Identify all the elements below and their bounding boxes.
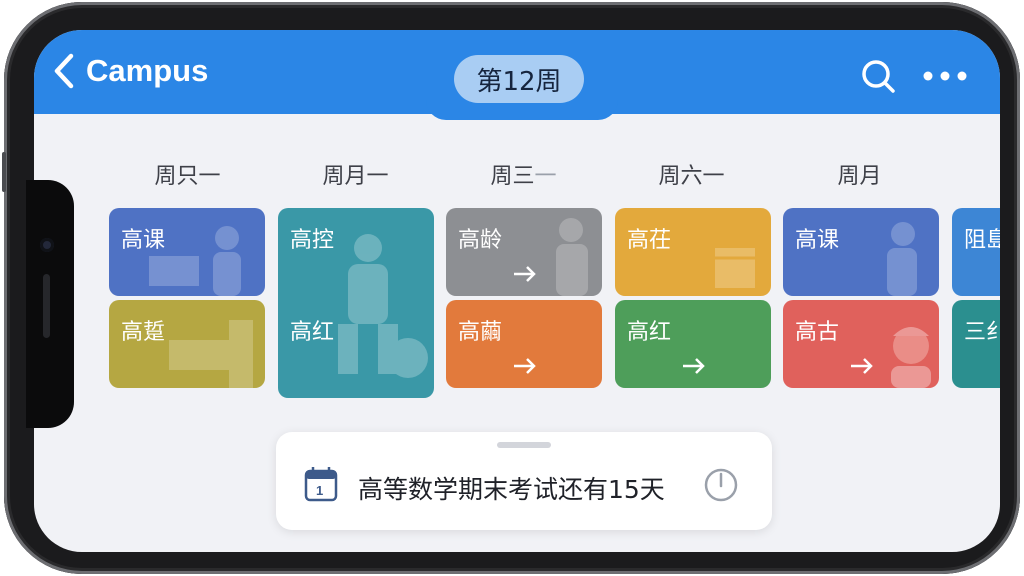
course-name: 高红 xyxy=(627,320,672,345)
back-label: Campus xyxy=(86,53,209,88)
exam-countdown-text: 高等数学期末考试还有15天 xyxy=(358,475,665,504)
app-header: Campus 第12周 xyxy=(34,30,1000,120)
calendar-icon: 1 xyxy=(304,467,338,502)
course-tile[interactable]: 高龄 xyxy=(446,208,602,296)
course-name: 高控 xyxy=(290,228,335,253)
course-name: 高繭 xyxy=(458,320,503,345)
course-name: 高茌 xyxy=(627,228,672,253)
phone-side-button xyxy=(2,152,6,192)
day-label-4: 周六一 xyxy=(658,164,725,189)
weekday-header: 周只一 周月一 周三一 周六一 周月 xyxy=(34,158,1000,189)
arrow-right-icon xyxy=(514,266,536,282)
phone-frame: Campus 第12周 周只一 周月一 周三一 周六一 周月 高课 高踅 高控 … xyxy=(2,2,1020,574)
week-selector[interactable]: 第12周 xyxy=(454,55,584,103)
more-icon[interactable] xyxy=(922,70,968,82)
course-name: 高踅 xyxy=(121,320,166,345)
app-screen: Campus 第12周 周只一 周月一 周三一 周六一 周月 高课 高踅 高控 … xyxy=(34,30,1000,552)
course-tile[interactable]: 高踅 xyxy=(109,300,265,388)
exam-countdown-sheet[interactable]: 1 高等数学期末考试还有15天 xyxy=(276,432,772,530)
day-label-3: 周三一 xyxy=(490,164,557,189)
back-chevron-icon xyxy=(54,53,74,89)
phone-notch xyxy=(26,180,74,428)
sheet-grabber[interactable] xyxy=(497,442,551,448)
front-camera xyxy=(40,238,54,252)
course-tile[interactable]: 三纟 xyxy=(952,300,1000,388)
back-button[interactable]: Campus xyxy=(52,52,208,90)
course-tile[interactable]: 高红 xyxy=(615,300,771,388)
header-tab-bump xyxy=(426,100,618,120)
course-name: 高课 xyxy=(121,228,166,253)
search-icon[interactable] xyxy=(860,58,896,94)
day-label-1: 周只一 xyxy=(154,164,221,189)
course-name: 高龄 xyxy=(458,228,503,253)
course-name: 高红 xyxy=(290,320,335,345)
course-tile[interactable]: 高课 xyxy=(783,208,939,296)
course-name: 阻島 xyxy=(964,228,1000,253)
course-tile[interactable]: 高课 xyxy=(109,208,265,296)
timer-icon[interactable] xyxy=(702,466,740,504)
course-tile[interactable]: 阻島 xyxy=(952,208,1000,296)
course-tile[interactable]: 高繭 xyxy=(446,300,602,388)
day-label-2: 周月一 xyxy=(322,164,389,189)
course-name: 高课 xyxy=(795,228,840,253)
course-tile[interactable]: 高古 xyxy=(783,300,939,388)
course-name: 高古 xyxy=(795,320,840,345)
speaker-grille xyxy=(43,274,50,338)
svg-text:1: 1 xyxy=(316,483,323,498)
course-tile[interactable]: 高茌 xyxy=(615,208,771,296)
course-name: 三纟 xyxy=(964,320,1000,345)
arrow-right-icon xyxy=(514,358,536,374)
arrow-right-icon xyxy=(851,358,873,374)
day-label-5: 周月 xyxy=(837,164,882,189)
course-tile[interactable]: 高控 高红 xyxy=(278,208,434,398)
arrow-right-icon xyxy=(683,358,705,374)
